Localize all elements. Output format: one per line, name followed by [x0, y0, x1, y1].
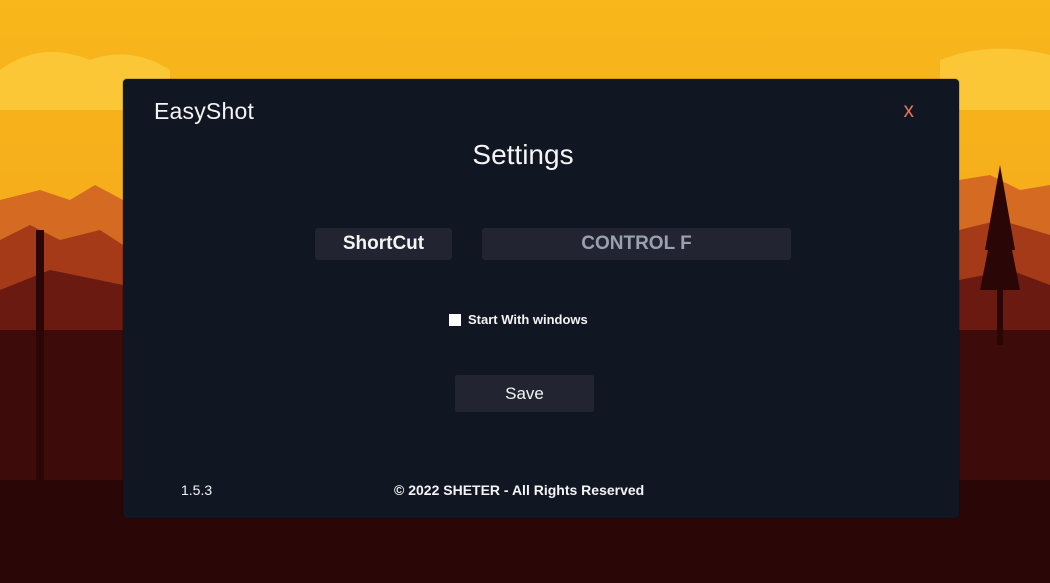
version-label: 1.5.3: [181, 482, 213, 498]
close-button[interactable]: x: [904, 100, 915, 121]
shortcut-label: ShortCut: [315, 228, 452, 260]
app-title: EasyShot: [154, 98, 255, 124]
start-with-windows-checkbox[interactable]: [449, 313, 461, 326]
save-button[interactable]: Save: [455, 375, 594, 412]
start-with-windows-option[interactable]: Start With windows: [449, 312, 588, 327]
settings-dialog: EasyShot x Settings ShortCut CONTROL F S…: [123, 79, 959, 518]
start-with-windows-label: Start With windows: [468, 312, 588, 327]
copyright-text: © 2022 SHETER - All Rights Reserved: [394, 482, 645, 498]
page-title: Settings: [472, 139, 574, 170]
shortcut-input[interactable]: CONTROL F: [482, 228, 791, 260]
